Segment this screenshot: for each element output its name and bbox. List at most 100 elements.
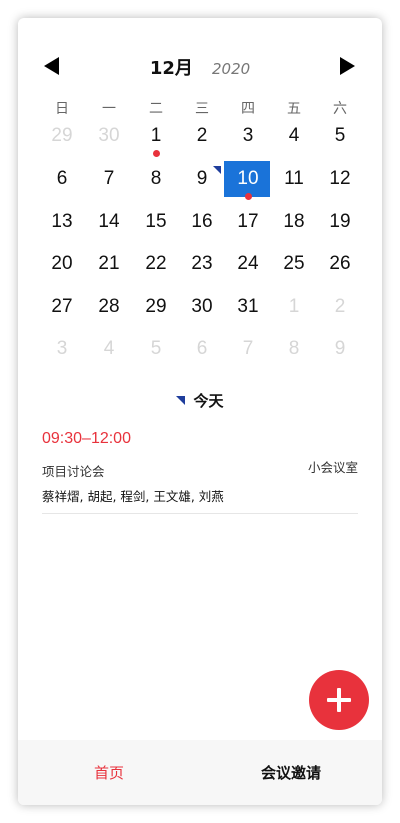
calendar-day[interactable]: 27 [39,289,85,325]
calendar-day[interactable]: 5 [317,118,363,154]
day-number: 24 [237,253,259,274]
day-number: 30 [191,296,213,317]
calendar-day[interactable]: 11 [271,161,317,197]
calendar-day[interactable]: 3 [39,331,85,367]
calendar-day[interactable]: 31 [225,289,271,325]
calendar-day[interactable]: 25 [271,246,317,282]
calendar-day[interactable]: 8 [271,331,317,367]
day-number: 28 [98,296,120,317]
day-number: 23 [191,253,213,274]
calendar-day[interactable]: 7 [86,161,132,197]
today-flag-icon [176,396,186,405]
weekday-label: 三 [195,101,209,117]
calendar-day[interactable]: 2 [179,118,225,154]
calendar-day[interactable]: 21 [86,246,132,282]
day-number: 9 [196,168,208,189]
calendar-day[interactable]: 30 [86,118,132,154]
day-number: 5 [150,338,162,359]
day-number: 19 [329,211,351,232]
day-number: 3 [242,125,254,146]
calendar-day[interactable]: 6 [39,161,85,197]
calendar-day[interactable]: 28 [86,289,132,325]
month-title: 12月 2020 [18,54,382,80]
calendar-day-selected[interactable]: 10 [213,161,271,200]
event-dot-icon [152,150,160,157]
day-number: 21 [98,253,120,274]
day-number: 8 [150,168,162,189]
day-number: 22 [145,253,167,274]
arrow-right-icon [340,57,355,75]
today-label: 今天 [193,392,224,410]
calendar-day[interactable]: 22 [133,246,179,282]
day-number: 26 [329,253,351,274]
weekday-label: 六 [333,101,347,117]
calendar-day[interactable]: 23 [179,246,225,282]
tab-meeting-invites[interactable]: 会议邀请 [200,762,382,783]
calendar-day[interactable]: 24 [225,246,271,282]
calendar-day[interactable]: 4 [271,118,317,154]
day-number: 12 [329,168,351,189]
day-number: 30 [98,125,120,146]
calendar-day[interactable]: 1 [133,118,179,157]
day-number: 9 [334,338,346,359]
weekday-label: 四 [241,101,255,117]
add-meeting-button[interactable] [309,670,369,730]
day-number: 7 [242,338,254,359]
event-item[interactable]: 09:30–12:00 项目讨论会 小会议室 蔡祥熠, 胡起, 程剑, 王文雄,… [42,430,358,514]
day-number: 1 [150,125,162,146]
calendar-day[interactable]: 14 [86,204,132,240]
calendar-day[interactable]: 8 [133,161,179,197]
calendar-day[interactable]: 1 [271,289,317,325]
calendar-day[interactable]: 4 [86,331,132,367]
day-number: 5 [334,125,346,146]
day-number: 15 [145,211,167,232]
calendar-day[interactable]: 3 [225,118,271,154]
day-number: 4 [103,338,115,359]
event-title: 项目讨论会 [42,464,105,479]
day-number: 2 [196,125,208,146]
day-number: 13 [51,211,73,232]
day-number: 18 [283,211,305,232]
calendar-day[interactable]: 15 [133,204,179,240]
calendar-day[interactable]: 9 [317,331,363,367]
today-marker-icon [213,166,221,174]
day-number: 16 [191,211,213,232]
day-number: 17 [237,211,259,232]
day-number: 8 [288,338,300,359]
calendar-grid: 29 30 1 2 3 4 5 6 7 8 9 10 11 12 13 14 15 16 17 18 19 20 21 22 2… [18,118,382,374]
calendar-day[interactable]: 17 [225,204,271,240]
calendar-day[interactable]: 16 [179,204,225,240]
calendar-day[interactable]: 20 [39,246,85,282]
calendar-day[interactable]: 12 [317,161,363,197]
event-room: 小会议室 [307,460,358,475]
day-number: 14 [98,211,120,232]
next-month-button[interactable] [336,56,356,76]
today-section-title: 今天 [18,390,382,411]
weekday-label: 日 [55,101,69,117]
calendar-day[interactable]: 13 [39,204,85,240]
weekday-header-row: 日一二三四五六 [18,98,382,118]
event-dot-icon [244,193,252,200]
calendar-day[interactable]: 30 [179,289,225,325]
month-label: 12月 [149,58,193,79]
calendar-day[interactable]: 5 [133,331,179,367]
day-number: 7 [103,168,115,189]
calendar-day[interactable]: 6 [179,331,225,367]
calendar-card: 12月 2020 日一二三四五六 29 30 1 2 3 4 5 6 7 8 9 10 11 12 13 14… [18,18,382,805]
bottom-tab-bar: 首页 会议邀请 [18,740,382,805]
day-number: 4 [288,125,300,146]
calendar-day[interactable]: 18 [271,204,317,240]
day-number: 31 [237,296,259,317]
calendar-day[interactable]: 26 [317,246,363,282]
calendar-day[interactable]: 2 [317,289,363,325]
tab-home[interactable]: 首页 [18,762,200,783]
day-number: 6 [56,168,68,189]
day-number: 3 [56,338,68,359]
calendar-day[interactable]: 29 [39,118,85,154]
calendar-day[interactable]: 7 [225,331,271,367]
weekday-label: 一 [102,101,116,117]
day-number: 20 [51,253,73,274]
calendar-day[interactable]: 29 [133,289,179,325]
calendar-day[interactable]: 19 [317,204,363,240]
weekday-label: 五 [287,101,301,117]
